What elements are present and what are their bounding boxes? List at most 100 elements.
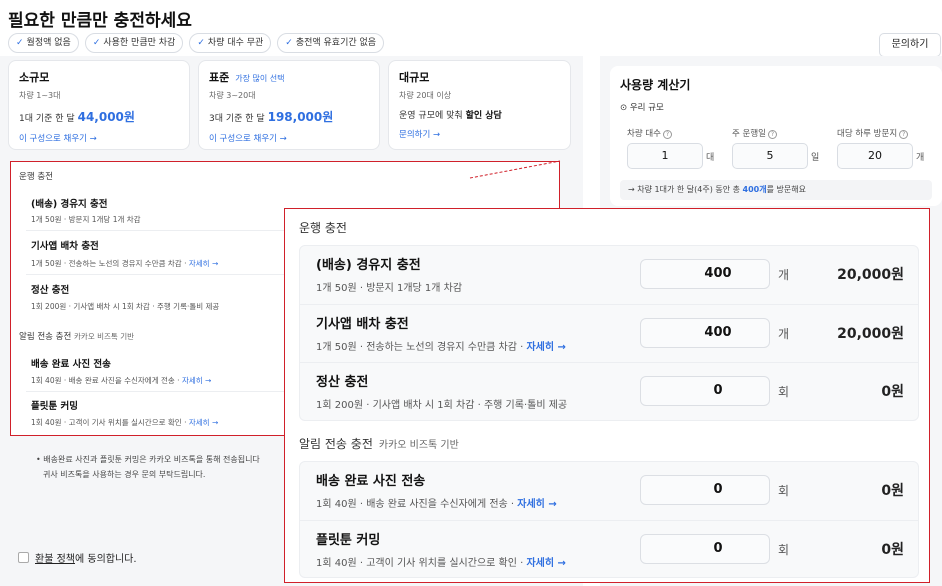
plan-price: 3대 기준 한 달 198,000원 — [209, 110, 334, 124]
operation-section-title: 운행 충전 — [299, 221, 347, 235]
charge-quantity-input[interactable]: 0 — [640, 376, 770, 406]
settlement-charge-title: 정산 충전 — [31, 285, 70, 296]
popular-badge: 가장 많이 선택 — [235, 74, 285, 83]
fleet-tracking-title: 플릿툰 커밍 — [31, 401, 79, 412]
charge-title: 배송 완료 사진 전송 — [316, 474, 426, 489]
inquiry-button[interactable]: 문의하기 — [879, 33, 941, 57]
plan-name: 대규모 — [399, 71, 430, 84]
charge-unit: 회 — [778, 484, 790, 498]
kakao-note: • 배송완료 사진과 플릿툰 커밍은 카카오 비즈톡을 통해 전송됩니다 귀사 … — [36, 455, 260, 479]
charge-desc: 1회 200원 · 기사앱 배차 시 1회 차감 · 주행 기록·톨비 제공 — [316, 400, 568, 411]
notify-section-title: 알림 전송 충전 카카오 비즈톡 기반 — [299, 437, 459, 451]
page-title: 필요한 만큼만 충전하세요 — [8, 11, 192, 31]
agreement-checkbox[interactable] — [18, 552, 29, 563]
details-link[interactable]: 자세히 → — [526, 558, 565, 569]
daily-stops-label: 대당 하루 방문지? — [837, 127, 909, 139]
charge-quantity-input[interactable]: 400 — [640, 318, 770, 348]
charge-unit: 개 — [778, 327, 790, 341]
vehicle-count-unit: 대 — [706, 153, 715, 163]
refund-policy-link[interactable]: 환불 정책 — [35, 554, 75, 565]
weekly-days-unit: 일 — [811, 153, 820, 163]
operation-section-title: 운행 충전 — [19, 172, 53, 182]
plan-card-small[interactable]: 소규모 차량 1~3대 1대 기준 한 달 44,000원 이 구성으로 채우기… — [8, 60, 190, 150]
calculator-scope: ⊙ 우리 규모 — [620, 103, 664, 113]
check-icon: ✓ — [16, 38, 24, 48]
details-link[interactable]: 자세히 → — [182, 376, 211, 385]
plan-card-large[interactable]: 대규모 차량 20대 이상 운영 규모에 맞춰 할인 상담 문의하기 → — [388, 60, 571, 150]
notify-charge-group: 배송 완료 사진 전송 1회 40원 · 배송 완료 사진을 수신자에게 전송 … — [299, 461, 919, 578]
plan-name: 소규모 — [19, 71, 50, 84]
charge-title: 기사앱 배차 충전 — [316, 317, 409, 332]
details-link[interactable]: 자세히 → — [189, 418, 218, 427]
weekly-days-label: 주 운행일? — [732, 127, 777, 139]
waypoint-charge-desc: 1개 50원 · 방문지 1개당 1개 차감 — [31, 215, 141, 224]
operation-charge-group: (배송) 경유지 충전 1개 50원 · 방문지 1개당 1개 차감 400 개… — [299, 245, 919, 421]
calculator-title: 사용량 계산기 — [620, 78, 691, 92]
charge-amount: 20,000원 — [837, 267, 904, 283]
help-icon[interactable]: ? — [662, 130, 672, 139]
charge-unit: 개 — [778, 268, 790, 282]
plan-subtitle: 차량 20대 이상 — [399, 91, 452, 100]
fleet-tracking-desc: 1회 40원 · 고객이 기사 위치를 실시간으로 확인 · 자세히 → — [31, 418, 219, 427]
charge-desc: 1회 40원 · 배송 완료 사진을 수신자에게 전송 · 자세히 → — [316, 499, 557, 510]
charge-list-zoomed: 운행 충전 (배송) 경유지 충전 1개 50원 · 방문지 1개당 1개 차감… — [284, 208, 930, 583]
details-link[interactable]: 자세히 → — [189, 259, 218, 268]
waypoint-charge-row: (배송) 경유지 충전 1개 50원 · 방문지 1개당 1개 차감 400 개… — [300, 246, 918, 304]
daily-stops-unit: 개 — [916, 153, 925, 163]
charge-title: (배송) 경유지 충전 — [316, 258, 421, 273]
vehicle-count-input[interactable]: 1 — [627, 143, 703, 169]
feature-chip: ✓ 차량 대수 무관 — [189, 33, 272, 53]
daily-stops-input[interactable]: 20 — [837, 143, 913, 169]
check-icon: ✓ — [197, 38, 205, 48]
settlement-charge-row: 정산 충전 1회 200원 · 기사앱 배차 시 1회 차감 · 주행 기록·톨… — [300, 362, 918, 420]
plan-name: 표준 — [209, 71, 230, 84]
driver-dispatch-charge-title: 기사앱 배차 충전 — [31, 241, 99, 252]
plan-card-standard[interactable]: 표준 가장 많이 선택 차량 3~20대 3대 기준 한 달 198,000원 이… — [198, 60, 380, 150]
plan-price: 1대 기준 한 달 44,000원 — [19, 110, 135, 124]
delivery-photo-row: 배송 완료 사진 전송 1회 40원 · 배송 완료 사진을 수신자에게 전송 … — [300, 462, 918, 520]
feature-chip: ✓ 사용한 만큼만 차감 — [84, 33, 184, 53]
charge-desc: 1회 40원 · 고객이 기사 위치를 실시간으로 확인 · 자세히 → — [316, 558, 566, 569]
details-link[interactable]: 자세히 → — [526, 342, 565, 353]
charge-quantity-input[interactable]: 0 — [640, 534, 770, 564]
charge-desc: 1개 50원 · 방문지 1개당 1개 차감 — [316, 283, 463, 294]
feature-chips: ✓ 월정액 없음 ✓ 사용한 만큼만 차감 ✓ 차량 대수 무관 ✓ 충전액 유효기간 … — [8, 33, 385, 53]
charge-unit: 회 — [778, 543, 790, 557]
charge-title: 플릿툰 커밍 — [316, 533, 381, 548]
feature-chip: ✓ 충전액 유효기간 없음 — [277, 33, 385, 53]
charge-amount: 0원 — [881, 483, 904, 499]
plan-subtitle: 차량 3~20대 — [209, 91, 256, 100]
plan-subtitle: 차량 1~3대 — [19, 91, 61, 100]
plan-inquiry-link[interactable]: 문의하기 → — [399, 128, 560, 140]
details-link[interactable]: 자세히 → — [517, 499, 556, 510]
help-icon[interactable]: ? — [899, 130, 909, 139]
clock-icon: ⊙ — [620, 103, 628, 113]
plan-price: 운영 규모에 맞춰 할인 상담 — [399, 111, 502, 121]
fleet-tracking-row: 플릿툰 커밍 1회 40원 · 고객이 기사 위치를 실시간으로 확인 · 자세… — [300, 520, 918, 578]
weekly-days-input[interactable]: 5 — [732, 143, 808, 169]
help-icon[interactable]: ? — [767, 130, 777, 139]
plan-fill-link[interactable]: 이 구성으로 채우기 → — [19, 132, 179, 144]
charge-quantity-input[interactable]: 0 — [640, 475, 770, 505]
charge-desc: 1개 50원 · 전송하는 노선의 경유지 수만큼 차감 · 자세히 → — [316, 342, 566, 353]
check-icon: ✓ — [92, 38, 101, 48]
plan-fill-link[interactable]: 이 구성으로 채우기 → — [209, 132, 369, 144]
calculator-summary: → 차량 1대가 한 달(4주) 동안 총 400개를 방문해요 — [620, 180, 932, 200]
charge-amount: 0원 — [881, 384, 904, 400]
charge-title: 정산 충전 — [316, 375, 369, 390]
notify-section-title: 알림 전송 충전 카카오 비즈톡 기반 — [19, 332, 134, 342]
vehicle-count-label: 차량 대수? — [627, 127, 672, 139]
delivery-photo-desc: 1회 40원 · 배송 완료 사진을 수신자에게 전송 · 자세히 → — [31, 376, 212, 385]
check-icon: ✓ — [285, 38, 293, 48]
waypoint-charge-title: (배송) 경유지 충전 — [31, 199, 108, 210]
feature-chip: ✓ 월정액 없음 — [8, 33, 79, 53]
charge-quantity-input[interactable]: 400 — [640, 259, 770, 289]
charge-amount: 20,000원 — [837, 326, 904, 342]
delivery-photo-title: 배송 완료 사진 전송 — [31, 359, 111, 370]
charge-amount: 0원 — [881, 542, 904, 558]
settlement-charge-desc: 1회 200원 · 기사앱 배차 시 1회 차감 · 주행 기록·톨비 제공 — [31, 302, 220, 311]
refund-agreement[interactable]: 환불 정책에 동의합니다. — [18, 550, 137, 565]
driver-dispatch-charge-desc: 1개 50원 · 전송하는 노선의 경유지 수만큼 차감 · 자세히 → — [31, 259, 219, 268]
charge-unit: 회 — [778, 385, 790, 399]
driver-dispatch-charge-row: 기사앱 배차 충전 1개 50원 · 전송하는 노선의 경유지 수만큼 차감 ·… — [300, 304, 918, 362]
